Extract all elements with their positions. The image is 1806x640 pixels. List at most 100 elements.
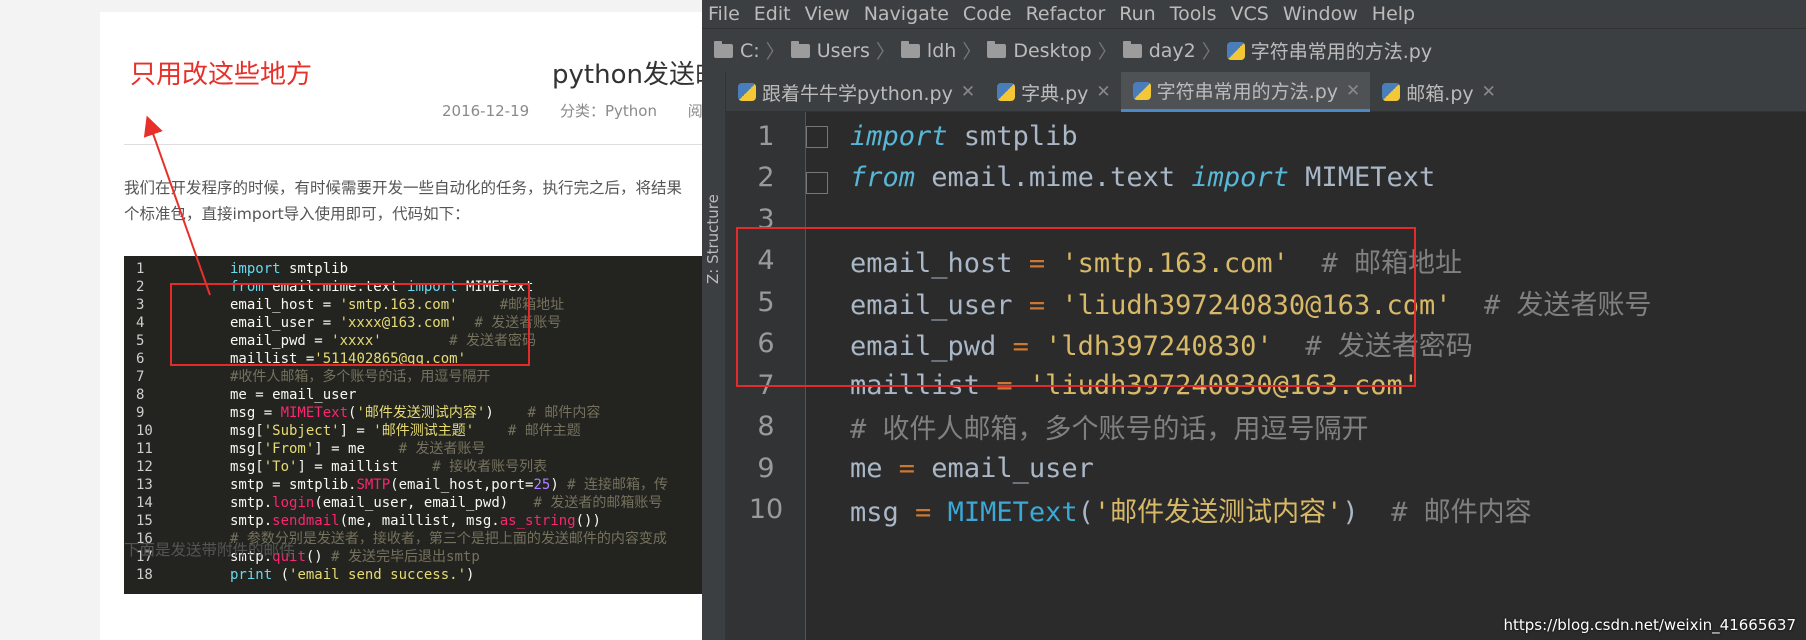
annotation-text: 只用改这些地方 xyxy=(130,60,313,90)
folder-icon xyxy=(714,40,733,58)
menu-item-refactor[interactable]: Refactor xyxy=(1026,3,1106,25)
menu-item-code[interactable]: Code xyxy=(963,3,1012,25)
line-number: 2 xyxy=(757,162,775,193)
article-read-count: 阅读 xyxy=(687,102,702,120)
code-line: 10 msg['Subject'] = '邮件测试主题' # 邮件主题 xyxy=(124,422,702,440)
menu-item-navigate[interactable]: Navigate xyxy=(864,3,949,25)
code-text: smtp = smtplib.SMTP(email_host,port=25) … xyxy=(230,477,669,493)
menu-item-edit[interactable]: Edit xyxy=(754,3,791,25)
tab-label: 邮箱.py xyxy=(1406,82,1474,105)
close-icon[interactable]: ✕ xyxy=(1346,81,1360,101)
breadcrumb-label: Users xyxy=(816,39,870,62)
breadcrumb-label: ldh xyxy=(926,39,957,62)
code-text: msg = MIMEText('邮件发送测试内容') # 邮件内容 xyxy=(230,405,601,421)
chevron-right-icon: 〉 xyxy=(1097,41,1117,63)
article-footer-text: 下面是发送带附件的邮件 xyxy=(124,541,295,559)
breadcrumb-item[interactable]: C: xyxy=(714,40,760,62)
folder-icon xyxy=(1122,40,1142,58)
breadcrumb-item[interactable]: Users xyxy=(790,39,870,62)
article-paragraph-2: 个标准包，直接import导入使用即可，代码如下： xyxy=(124,205,470,223)
breadcrumb-label: Desktop xyxy=(1013,39,1092,62)
code-line: 8 me = email_user xyxy=(124,386,702,404)
code-line: 14 smtp.login(email_user, email_pwd) # 发送… xyxy=(124,494,702,512)
code-line: 9 msg = MIMEText('邮件发送测试内容') # 邮件内容 xyxy=(124,404,702,422)
folder-icon xyxy=(987,40,1007,58)
breadcrumb-item[interactable]: Desktop xyxy=(987,39,1092,62)
code-text: #收件人邮箱，多个账号的话，用逗号隔开 xyxy=(230,369,491,385)
python-file-icon xyxy=(1132,81,1151,100)
divider xyxy=(124,144,702,145)
code-text: from email.mime.text import MIMEText xyxy=(850,162,1436,193)
breadcrumb-label: day2 xyxy=(1148,39,1196,62)
line-number: 4 xyxy=(136,315,145,331)
line-number: 3 xyxy=(136,297,145,313)
menu-bar: File Edit View Navigate Code Refactor Run Tools… xyxy=(702,0,1806,28)
menu-item-run[interactable]: Run xyxy=(1119,3,1155,25)
line-number: 10 xyxy=(748,494,784,525)
line-number: 9 xyxy=(757,452,775,484)
article-category[interactable]: 分类：Python xyxy=(560,102,657,120)
code-text: me = email_user xyxy=(850,452,1094,484)
highlight-box-right xyxy=(736,227,1416,387)
python-file-icon xyxy=(1382,83,1401,101)
line-number: 11 xyxy=(136,441,153,457)
article-title[interactable]: python发送邮 xyxy=(552,54,702,91)
menu-item-view[interactable]: View xyxy=(805,3,850,25)
code-text: msg['To'] = maillist # 接收者账号列表 xyxy=(230,459,548,475)
editor-tab-bar: 跟着牛牛学python.py ✕ 字典.py ✕ 字符串常用的方法.py ✕ 邮箱.py ✕ xyxy=(726,72,1806,112)
breadcrumb-item[interactable]: day2 xyxy=(1122,39,1196,62)
line-number: 18 xyxy=(136,567,153,583)
editor-tab[interactable]: 跟着牛牛学python.py ✕ xyxy=(726,72,985,112)
code-text: me = email_user xyxy=(230,387,357,403)
code-line: 7 #收件人邮箱，多个账号的话，用逗号隔开 xyxy=(124,368,702,386)
close-icon[interactable]: ✕ xyxy=(1096,82,1110,102)
code-line: 15 smtp.sendmail(me, maillist, msg.as_str… xyxy=(124,512,702,530)
chevron-right-icon: 〉 xyxy=(875,41,895,63)
python-file-icon xyxy=(1226,41,1245,60)
breadcrumb-item[interactable]: 字符串常用的方法.py xyxy=(1226,37,1433,64)
code-line: 11 msg['From'] = me # 发送者账号 xyxy=(124,440,702,458)
menu-item-tools[interactable]: Tools xyxy=(1170,3,1217,25)
line-number: 5 xyxy=(136,333,145,349)
structure-label[interactable]: Z: Structure xyxy=(704,164,724,284)
menu-item-window[interactable]: Window xyxy=(1283,3,1358,25)
menu-item-vcs[interactable]: VCS xyxy=(1231,3,1269,25)
code-line: 12 msg['To'] = maillist # 接收者账号列表 xyxy=(124,458,702,476)
python-file-icon xyxy=(997,83,1016,101)
folder-icon xyxy=(900,40,920,58)
editor-tab[interactable]: 字符串常用的方法.py ✕ xyxy=(1120,72,1371,112)
close-icon[interactable]: ✕ xyxy=(961,82,975,102)
line-number: 7 xyxy=(136,369,145,385)
editor-tab[interactable]: 邮箱.py ✕ xyxy=(1370,72,1506,112)
close-icon[interactable]: ✕ xyxy=(1482,82,1496,102)
code-text: # 收件人邮箱，多个账号的话，用逗号隔开 xyxy=(850,414,1369,445)
code-text: smtp.login(email_user, email_pwd) # 发送者的… xyxy=(230,495,663,511)
line-number: 2 xyxy=(136,279,145,295)
code-text: print ('email send success.') xyxy=(230,567,475,583)
breadcrumb-label: C: xyxy=(740,39,760,62)
editor-line[interactable]: 10 msg = MIMEText('邮件发送测试内容') # 邮件内容 xyxy=(726,486,1532,534)
chevron-right-icon: 〉 xyxy=(1201,41,1221,63)
menu-item-help[interactable]: Help xyxy=(1372,3,1415,25)
code-text: msg = MIMEText('邮件发送测试内容') # 邮件内容 xyxy=(850,497,1532,528)
menu-item-file[interactable]: File xyxy=(708,3,740,25)
line-number: 1 xyxy=(757,120,775,152)
article-meta: 2016-12-19 分类：Python 阅读 xyxy=(442,100,702,121)
chevron-right-icon: 〉 xyxy=(962,41,982,63)
folder-icon xyxy=(790,40,810,58)
breadcrumb-label: 字符串常用的方法.py xyxy=(1250,41,1433,63)
breadcrumb-item[interactable]: ldh xyxy=(900,39,957,62)
python-file-icon xyxy=(738,83,756,101)
fold-marker-icon[interactable] xyxy=(806,126,828,148)
line-number: 15 xyxy=(136,513,153,529)
line-number: 13 xyxy=(136,477,153,493)
line-number: 14 xyxy=(136,495,153,511)
article-paragraph-1: 我们在开发程序的时候，有时候需要开发一些自动化的任务，执行完之后，将结果 xyxy=(124,179,683,197)
code-text: import smtplib xyxy=(230,261,349,277)
watermark: https://blog.csdn.net/weixin_41665637 xyxy=(1503,616,1796,634)
editor-tab[interactable]: 字典.py ✕ xyxy=(985,72,1121,112)
tab-label: 字典.py xyxy=(1021,82,1089,105)
fold-marker-icon[interactable] xyxy=(806,172,828,194)
code-text: smtp.sendmail(me, maillist, msg.as_strin… xyxy=(230,513,601,529)
structure-sidebar[interactable]: Z: Structure xyxy=(702,72,726,640)
